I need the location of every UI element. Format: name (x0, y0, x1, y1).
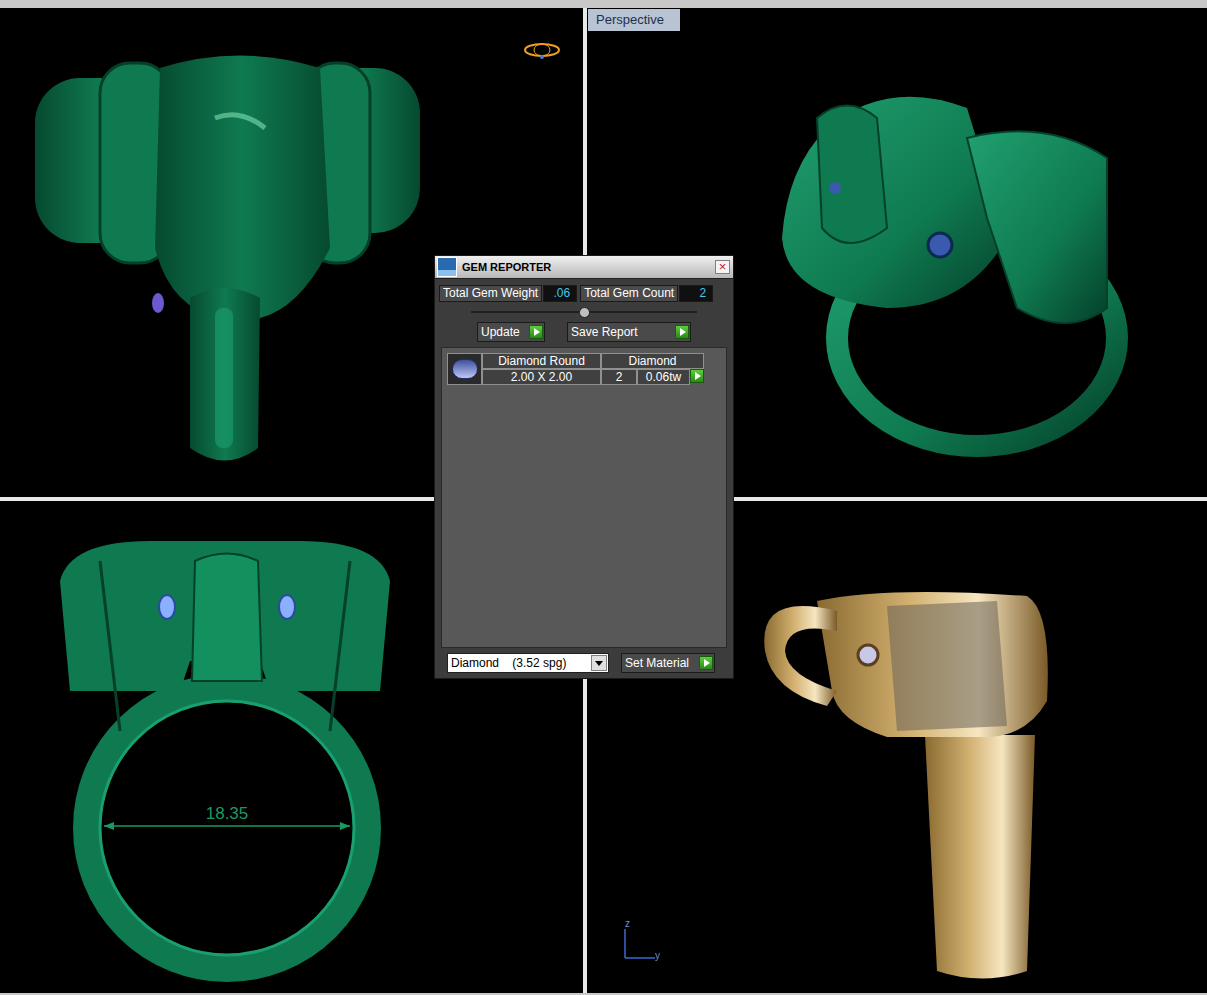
gem-thumbnail (447, 353, 482, 385)
cad-window: Perspective18.35zyGEM REPORTER×Total Gem… (0, 0, 1207, 995)
stat: Total Gem Count2 (580, 285, 713, 302)
stat-value: 2 (679, 285, 713, 302)
material-select[interactable]: Diamond (3.52 spg) (447, 653, 609, 673)
arrow-button[interactable] (529, 325, 543, 339)
stat-label: Total Gem Count (580, 285, 678, 302)
gizmo-icon (523, 42, 561, 60)
gem-icon (452, 359, 478, 379)
dimension-label: 18.35 (206, 804, 249, 823)
arrow-button[interactable] (699, 656, 713, 670)
action-button[interactable]: Update (477, 322, 545, 342)
play-icon (534, 328, 540, 336)
stats-row: Total Gem Weight.06Total Gem Count2 (435, 279, 733, 302)
stat: Total Gem Weight.06 (439, 285, 577, 302)
gem-shape: Diamond Round (482, 353, 601, 369)
button-row: Update Save Report (435, 322, 733, 342)
title-bar[interactable]: GEM REPORTER × (435, 256, 733, 279)
play-icon (695, 372, 701, 380)
axis-y-label: y (655, 950, 660, 961)
gem-weight: 0.06tw (637, 369, 690, 385)
panel-title: GEM REPORTER (462, 259, 551, 276)
splitter[interactable] (435, 302, 733, 322)
set-material-button[interactable]: Set Material (621, 653, 715, 673)
stat-label: Total Gem Weight (439, 285, 542, 302)
gem-size: 2.00 X 2.00 (482, 369, 601, 385)
gem-material: Diamond (601, 353, 704, 369)
top-strip (0, 0, 1207, 8)
play-icon (680, 328, 686, 336)
dropdown-button[interactable] (591, 655, 607, 671)
material-row: Diamond (3.52 spg) Set Material (435, 648, 733, 678)
viewport-label: Perspective (588, 9, 680, 31)
action-button[interactable]: Save Report (567, 322, 691, 342)
gem-list: Diamond RoundDiamond2.00 X 2.0020.06tw (441, 347, 727, 648)
gem-count: 2 (601, 369, 637, 385)
app-icon (437, 257, 457, 277)
axis-z-label: z (625, 918, 630, 929)
splitter-knob[interactable] (579, 307, 590, 318)
close-button[interactable]: × (715, 260, 730, 274)
bottom-strip (0, 993, 1207, 995)
gem-reporter-panel[interactable]: GEM REPORTER × Total Gem Weight.06Total Ge… (434, 255, 734, 679)
play-icon (704, 659, 710, 667)
stat-value: .06 (543, 285, 577, 302)
gem-detail-button[interactable] (690, 369, 704, 383)
chevron-down-icon (595, 661, 603, 666)
arrow-button[interactable] (675, 325, 689, 339)
gem-row[interactable]: Diamond RoundDiamond2.00 X 2.0020.06tw (447, 353, 721, 385)
